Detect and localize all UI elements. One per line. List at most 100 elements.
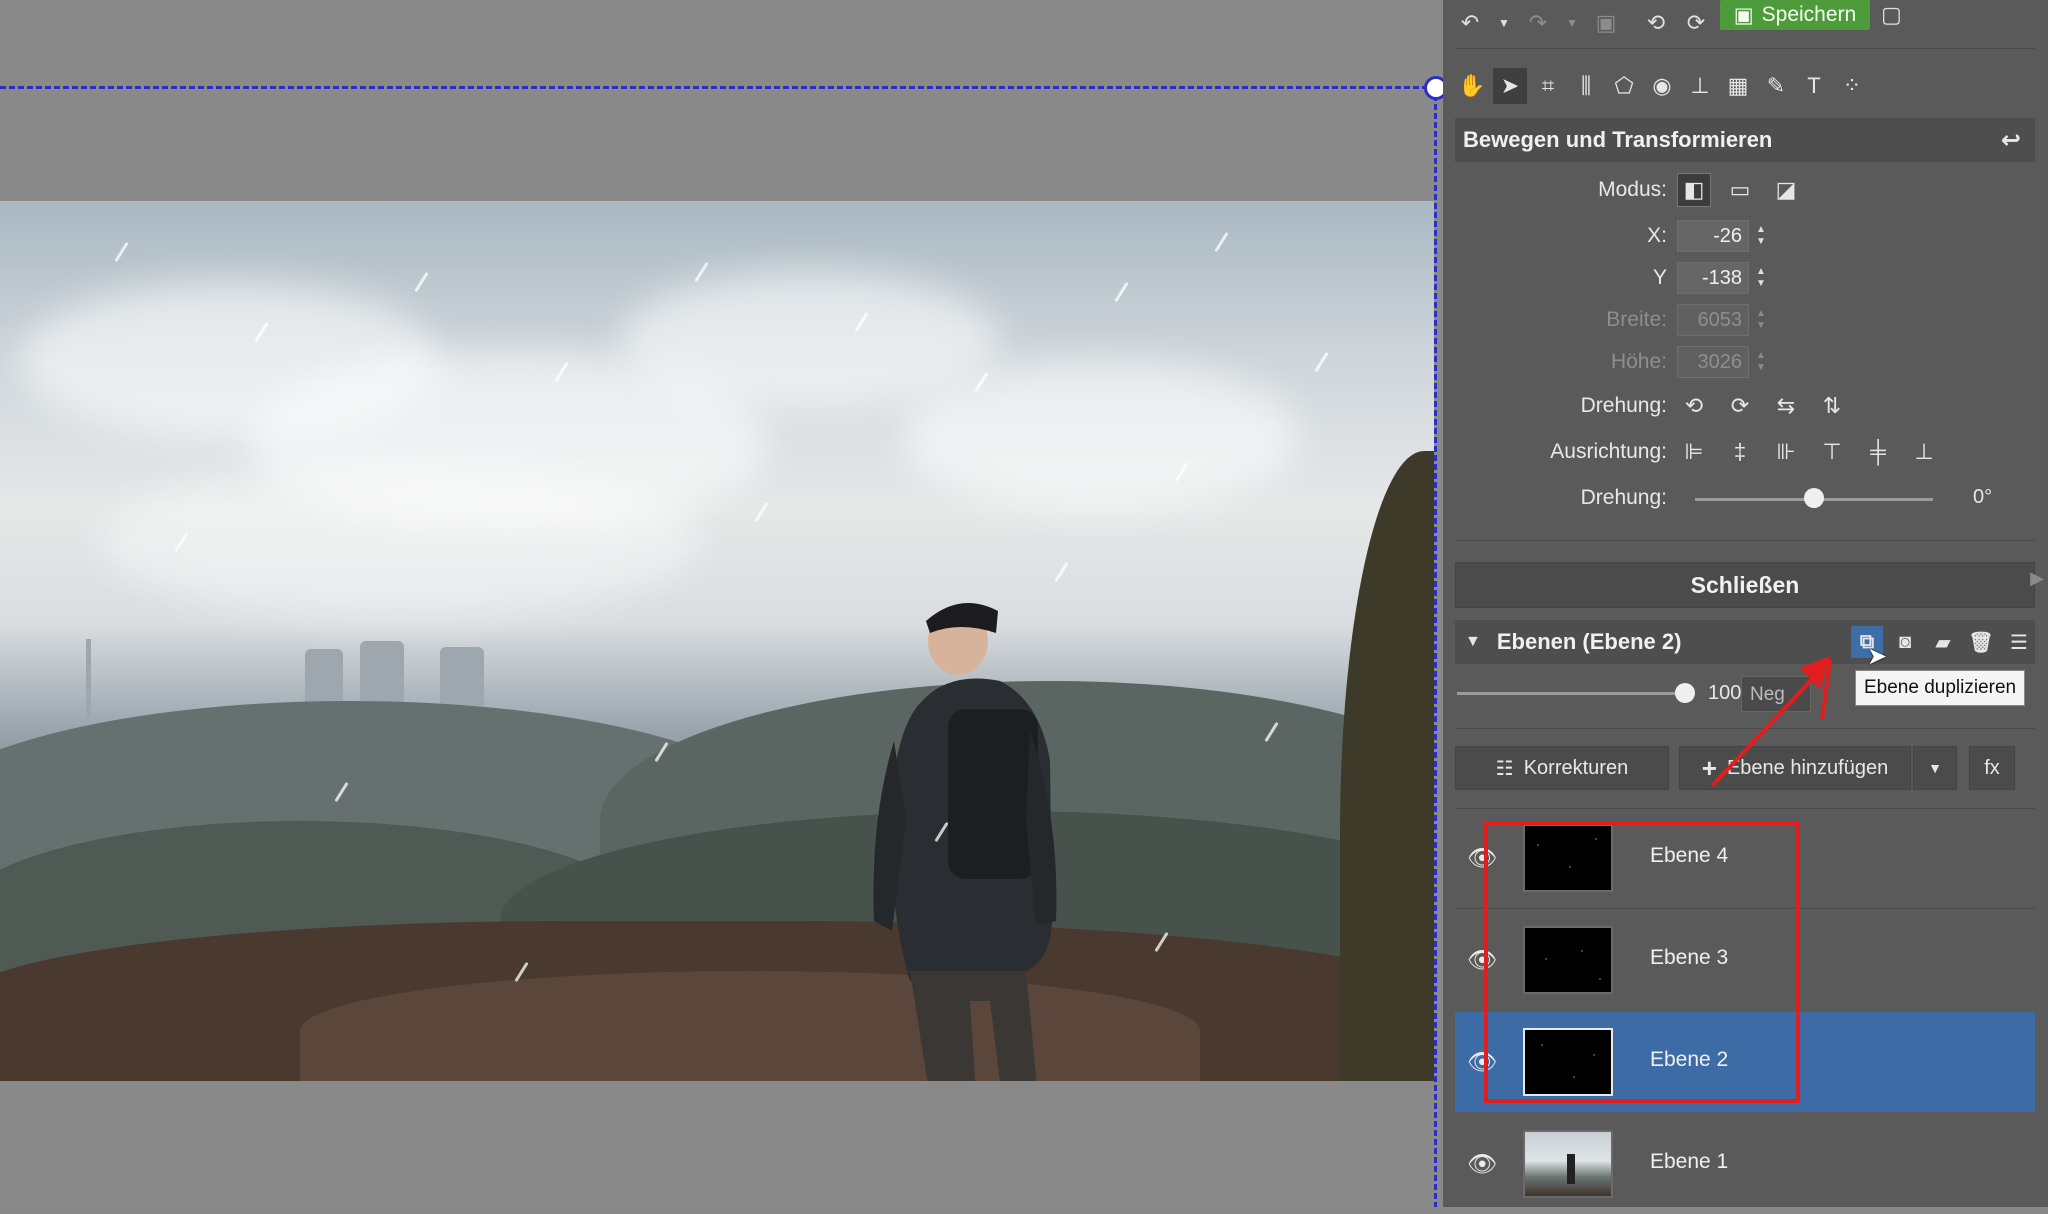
align-right-icon[interactable]: ⊪ (1769, 435, 1803, 469)
pointer-icon[interactable]: ➤ (1493, 68, 1527, 104)
more-icon[interactable]: ⁘ (1835, 68, 1869, 104)
image-icon[interactable]: ▣ (1593, 10, 1619, 36)
hand-icon[interactable]: ✋ (1455, 68, 1489, 104)
photo-layer (0, 201, 1434, 1081)
rotate-left-icon[interactable]: ⟲ (1643, 10, 1669, 36)
divider (1455, 48, 2035, 49)
brush-icon[interactable]: ✎ (1759, 68, 1793, 104)
text-icon[interactable]: T (1797, 68, 1831, 104)
height-spinner: ▲ ▼ (1756, 350, 1766, 373)
align-top-icon[interactable]: ⊤ (1815, 435, 1849, 469)
height-row: Höhe: 3026 ▲ ▼ (1455, 344, 2035, 380)
y-row: Y -138 ▲ ▼ (1455, 260, 2035, 296)
corrections-label: Korrekturen (1523, 756, 1629, 779)
width-spinner: ▲ ▼ (1756, 308, 1766, 331)
mode-free-icon[interactable]: ◪ (1769, 173, 1803, 207)
trash-icon[interactable]: 🗑 (1965, 626, 1997, 658)
width-label: Breite: (1606, 308, 1667, 331)
redo-icon[interactable]: ↷ (1525, 10, 1551, 36)
opacity-slider[interactable] (1457, 692, 1685, 695)
cursor-icon: ➤ (1867, 643, 1888, 670)
tool-row: ✋ ➤ ⌗ ⫼ ⬠ ◉ ⊥ ▦ ✎ T ⁘ (1455, 68, 1869, 106)
opacity-slider-thumb[interactable] (1675, 683, 1695, 703)
transform-title: Bewegen und Transformieren (1463, 127, 1773, 152)
perspective-icon[interactable]: ⬠ (1607, 68, 1641, 104)
chevron-down-icon[interactable]: ▼ (1465, 633, 1481, 651)
crop-icon[interactable]: ⌗ (1531, 68, 1565, 104)
angle-slider-thumb[interactable] (1804, 488, 1824, 508)
layer-actions-row: ☷ Korrekturen + Ebene hinzufügen ▼ fx (1455, 746, 2035, 790)
red-eye-icon[interactable]: ◉ (1645, 68, 1679, 104)
transform-handle[interactable] (1424, 76, 1443, 100)
flip-vertical-icon[interactable]: ⇅ (1815, 389, 1849, 423)
plus-icon: + (1701, 752, 1717, 783)
height-label: Höhe: (1610, 350, 1667, 373)
align-row: Ausrichtung: ⊫ ‡ ⊪ ⊤ ╪ ⊥ (1455, 434, 2035, 470)
grid-icon[interactable]: ▦ (1721, 68, 1755, 104)
y-spinner[interactable]: ▲ ▼ (1753, 262, 1769, 294)
layer-thumbnail (1523, 1130, 1613, 1198)
height-input: 3026 (1677, 346, 1749, 378)
rotate-left-icon[interactable]: ⟲ (1677, 389, 1711, 423)
x-row: X: -26 ▲ ▼ (1455, 218, 2035, 254)
rotate-row: Drehung: ⟲ ⟳ ⇆ ⇅ (1455, 388, 2035, 424)
angle-label: Drehung: (1580, 486, 1667, 509)
save-icon: ▣ (1733, 3, 1754, 27)
transform-section-header: Bewegen und Transformieren ↩ (1455, 118, 2035, 162)
corrections-icon: ☷ (1495, 757, 1514, 780)
close-button[interactable]: Schließen (1455, 562, 2035, 608)
align-left-icon[interactable]: ⊫ (1677, 435, 1711, 469)
save-button[interactable]: ▣ Speichern (1720, 0, 1870, 30)
mode-scale-icon[interactable]: ▭ (1723, 173, 1757, 207)
save-label: Speichern (1761, 3, 1857, 26)
x-label: X: (1647, 224, 1667, 247)
eye-icon[interactable]: 👁 (1467, 1150, 1497, 1179)
rotate-label: Drehung: (1580, 394, 1667, 417)
mode-move-icon[interactable]: ◧ (1677, 173, 1711, 207)
add-layer-button[interactable]: + Ebene hinzufügen (1679, 746, 1911, 790)
mask-icon[interactable]: ◙ (1889, 626, 1921, 658)
align-center-icon[interactable]: ‡ (1723, 435, 1757, 469)
angle-value: 0° (1973, 486, 1993, 508)
chevron-down-icon[interactable]: ▼ (1497, 10, 1511, 36)
add-layer-dropdown[interactable]: ▼ (1913, 746, 1957, 790)
y-label: Y (1652, 266, 1667, 289)
mode-label: Modus: (1598, 178, 1667, 201)
flip-horizontal-icon[interactable]: ⇆ (1769, 389, 1803, 423)
width-input: 6053 (1677, 304, 1749, 336)
align-label: Ausrichtung: (1550, 440, 1667, 463)
undo-icon[interactable]: ↶ (1457, 10, 1483, 36)
fx-label: fx (1984, 756, 2000, 779)
layers-title: Ebenen (Ebene 2) (1496, 629, 1682, 654)
stamp-icon[interactable]: ⊥ (1683, 68, 1717, 104)
rotate-right-icon[interactable]: ⟳ (1683, 10, 1709, 36)
blend-mode-select[interactable]: Neg (1741, 676, 1811, 712)
straighten-icon[interactable]: ⫼ (1569, 68, 1603, 104)
fx-button[interactable]: fx (1969, 746, 2015, 790)
folder-icon[interactable]: ▰ (1927, 626, 1959, 658)
layers-section-header: ▼ Ebenen (Ebene 2) ⧉ ◙ ▰ 🗑 ☰ ➤ (1455, 620, 2035, 670)
menu-icon[interactable]: ☰ (2003, 626, 2035, 658)
align-middle-icon[interactable]: ╪ (1861, 435, 1895, 469)
align-bottom-icon[interactable]: ⊥ (1907, 435, 1941, 469)
chevron-right-icon[interactable]: ▶ (2030, 568, 2044, 589)
annotation-highlight-box (1484, 821, 1800, 1103)
divider (1455, 728, 2035, 729)
x-spinner[interactable]: ▲ ▼ (1753, 220, 1769, 252)
width-row: Breite: 6053 ▲ ▼ (1455, 302, 2035, 338)
layer-row-ebene-1[interactable]: 👁 Ebene 1 (1455, 1114, 2035, 1214)
add-layer-label: Ebene hinzufügen (1726, 756, 1889, 779)
divider (1455, 540, 2035, 541)
reset-icon[interactable]: ↩ (2001, 126, 2021, 155)
x-input[interactable]: -26 (1677, 220, 1749, 252)
layer-name: Ebene 1 (1650, 1150, 1729, 1173)
chevron-down-icon[interactable]: ▼ (1565, 10, 1579, 36)
y-input[interactable]: -138 (1677, 262, 1749, 294)
rotate-right-icon[interactable]: ⟳ (1723, 389, 1757, 423)
image-canvas[interactable] (0, 0, 1443, 1207)
tooltip: Ebene duplizieren (1855, 670, 2026, 706)
chevron-down-icon: ▼ (1928, 760, 1942, 776)
person-figure (873, 603, 1057, 1081)
save-as-icon[interactable]: ▢ (1881, 2, 1907, 28)
corrections-button[interactable]: ☷ Korrekturen (1455, 746, 1669, 790)
